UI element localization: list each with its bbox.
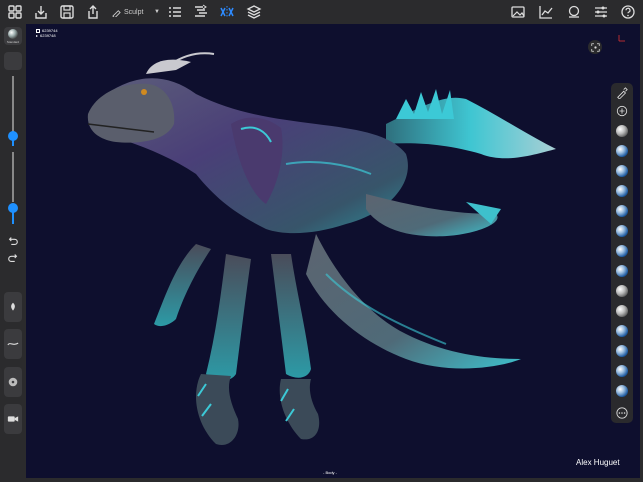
matcap-button[interactable]: Standard — [4, 27, 22, 45]
top-toolbar: Sculpt ▼ — [0, 0, 643, 24]
redo-icon[interactable] — [6, 251, 20, 265]
sculpt-mode-label: Sculpt — [124, 8, 144, 16]
curve-icon — [7, 342, 19, 346]
add-object-icon[interactable] — [614, 103, 630, 119]
blank-tool-button[interactable] — [4, 52, 22, 70]
bottom-strip — [26, 478, 640, 482]
matcap-label: Standard — [6, 40, 20, 44]
frame-view-button[interactable] — [588, 40, 602, 54]
tool-tray — [611, 83, 633, 423]
sea-dragon-model[interactable] — [26, 24, 640, 478]
left-panel: Standard — [0, 24, 26, 482]
radius-slider-track[interactable] — [12, 76, 14, 136]
tool-brush-12[interactable] — [614, 343, 630, 359]
tool-brush-14[interactable] — [614, 383, 630, 399]
tool-brush-6[interactable] — [614, 223, 630, 239]
axis-gizmo-icon[interactable] — [612, 34, 626, 48]
tool-brush-7[interactable] — [614, 243, 630, 259]
tool-brush-13[interactable] — [614, 363, 630, 379]
symmetry-icon[interactable] — [218, 3, 236, 21]
mask-brush-icon[interactable] — [614, 85, 630, 101]
author-credit: Alex Huguet — [576, 458, 620, 467]
3d-viewport[interactable]: 6239744 ▸ 6239748 Alex Huguet - Body - — [26, 24, 640, 478]
grid-icon[interactable] — [6, 3, 24, 21]
tool-brush-2[interactable] — [614, 143, 630, 159]
intensity-slider-knob[interactable] — [8, 203, 18, 213]
chevron-down-icon: ▼ — [154, 9, 160, 15]
stroke-tool-button[interactable] — [4, 292, 22, 322]
brush-icon — [112, 9, 121, 17]
save-icon[interactable] — [58, 3, 76, 21]
tool-brush-4[interactable] — [614, 183, 630, 199]
tool-brush-10[interactable] — [614, 303, 630, 319]
import-icon[interactable] — [32, 3, 50, 21]
help-icon[interactable] — [619, 3, 637, 21]
materials-icon[interactable] — [565, 3, 583, 21]
more-tools-icon[interactable] — [614, 405, 630, 421]
alpha-circle-icon — [8, 377, 18, 387]
list-icon[interactable] — [166, 3, 184, 21]
tool-brush-1[interactable] — [614, 123, 630, 139]
share-icon[interactable] — [84, 3, 102, 21]
radius-slider-knob[interactable] — [8, 131, 18, 141]
focus-icon — [590, 42, 600, 52]
intensity-slider-track[interactable] — [12, 152, 14, 202]
tool-brush-11[interactable] — [614, 323, 630, 339]
tool-brush-9[interactable] — [614, 283, 630, 299]
sculpt-mode-select[interactable]: Sculpt ▼ — [112, 4, 160, 20]
video-camera-icon — [7, 416, 19, 422]
subdivide-icon[interactable] — [192, 3, 210, 21]
matcap-sphere-icon — [8, 29, 18, 39]
active-object-label: - Body - — [323, 470, 338, 475]
undo-icon[interactable] — [6, 234, 20, 248]
falloff-tool-button[interactable] — [4, 329, 22, 359]
tool-brush-5[interactable] — [614, 203, 630, 219]
sliders-icon[interactable] — [592, 3, 610, 21]
image-icon[interactable] — [509, 3, 527, 21]
tool-brush-8[interactable] — [614, 263, 630, 279]
chart-icon[interactable] — [537, 3, 555, 21]
layers-icon[interactable] — [245, 3, 263, 21]
camera-tool-button[interactable] — [4, 404, 22, 434]
alpha-tool-button[interactable] — [4, 367, 22, 397]
pen-tip-icon — [11, 302, 15, 311]
tool-brush-3[interactable] — [614, 163, 630, 179]
